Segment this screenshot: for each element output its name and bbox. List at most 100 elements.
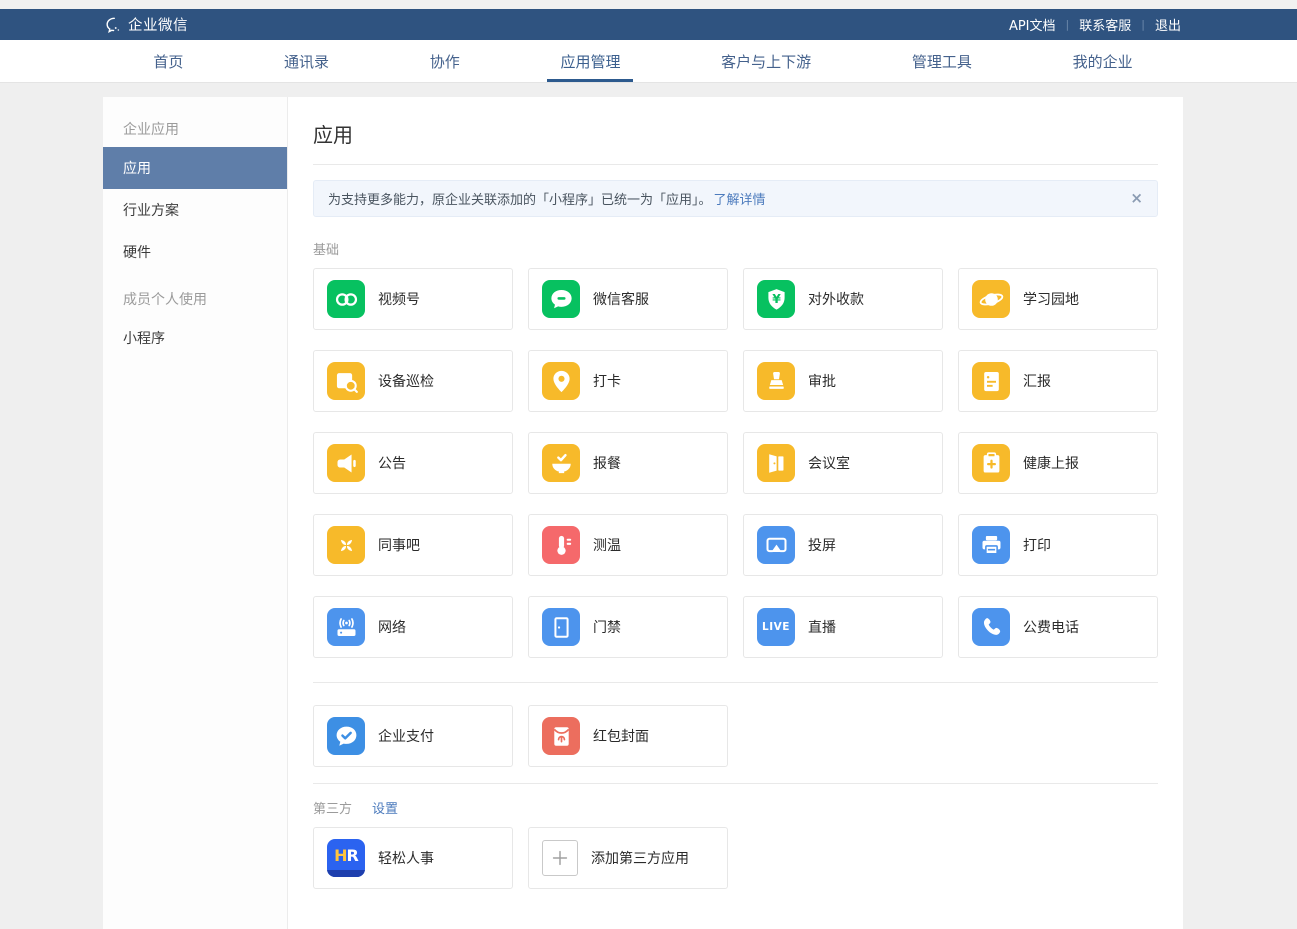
report-doc-icon bbox=[972, 362, 1010, 400]
nav-tab[interactable]: 通讯录 bbox=[271, 40, 342, 82]
app-card[interactable]: 审批 bbox=[743, 350, 943, 412]
third-party-settings-link[interactable]: 设置 bbox=[372, 798, 398, 817]
hr-logo-icon: HR bbox=[327, 839, 365, 877]
sidebar-item[interactable]: 硬件 bbox=[103, 231, 287, 273]
app-card[interactable]: 公费电话 bbox=[958, 596, 1158, 658]
app-card[interactable]: ¥对外收款 bbox=[743, 268, 943, 330]
app-card[interactable]: 健康上报 bbox=[958, 432, 1158, 494]
pinwheel-icon bbox=[327, 526, 365, 564]
browser-top-strip bbox=[0, 0, 1297, 9]
screen-cast-icon bbox=[757, 526, 795, 564]
chat-service-icon bbox=[542, 280, 580, 318]
notice-banner: 为支持更多能力，原企业关联添加的「小程序」已统一为「应用」。 了解详情 × bbox=[313, 180, 1158, 217]
app-card[interactable]: 添加第三方应用 bbox=[528, 827, 728, 889]
topbar-link[interactable]: 联系客服 bbox=[1077, 15, 1133, 34]
app-label: 网络 bbox=[378, 617, 406, 637]
app-label: 企业支付 bbox=[378, 726, 434, 746]
app-label: 轻松人事 bbox=[378, 848, 434, 868]
app-label: 直播 bbox=[808, 617, 836, 637]
sidebar: 企业应用应用行业方案硬件成员个人使用小程序 bbox=[103, 97, 288, 929]
app-card[interactable]: 测温 bbox=[528, 514, 728, 576]
third-party-header: 第三方 设置 bbox=[313, 798, 1158, 817]
app-card[interactable]: LIVE 直播 bbox=[743, 596, 943, 658]
topbar-link[interactable]: 退出 bbox=[1153, 15, 1183, 34]
app-label: 打卡 bbox=[593, 371, 621, 391]
live-badge-icon: LIVE bbox=[757, 608, 795, 646]
phone-icon bbox=[972, 608, 1010, 646]
app-label: 微信客服 bbox=[593, 289, 649, 309]
app-card[interactable]: 同事吧 bbox=[313, 514, 513, 576]
brand[interactable]: 企业微信 bbox=[103, 14, 188, 35]
megaphone-icon bbox=[327, 444, 365, 482]
app-card[interactable]: 汇报 bbox=[958, 350, 1158, 412]
sidebar-item[interactable]: 应用 bbox=[103, 147, 287, 189]
nav-tab[interactable]: 管理工具 bbox=[899, 40, 985, 82]
svg-text:¥: ¥ bbox=[772, 291, 781, 305]
app-label: 学习园地 bbox=[1023, 289, 1079, 309]
close-icon[interactable]: × bbox=[1130, 191, 1143, 206]
app-card[interactable]: 网络 bbox=[313, 596, 513, 658]
sidebar-item[interactable]: 小程序 bbox=[103, 317, 287, 359]
divider bbox=[313, 783, 1158, 784]
app-label: 门禁 bbox=[593, 617, 621, 637]
app-card[interactable]: 会议室 bbox=[743, 432, 943, 494]
app-card[interactable]: 企业支付 bbox=[313, 705, 513, 767]
app-card[interactable]: 设备巡检 bbox=[313, 350, 513, 412]
basic-grid-2: 企业支付 红包封面 bbox=[313, 705, 1158, 767]
router-wifi-icon bbox=[327, 608, 365, 646]
separator: | bbox=[1066, 18, 1070, 31]
section-label-third-party: 第三方 bbox=[313, 798, 352, 817]
sidebar-group-header: 成员个人使用 bbox=[103, 281, 287, 317]
notice-text: 为支持更多能力，原企业关联添加的「小程序」已统一为「应用」。 bbox=[328, 189, 712, 208]
app-card[interactable]: 打卡 bbox=[528, 350, 728, 412]
nav-tab[interactable]: 首页 bbox=[140, 40, 196, 82]
health-clipboard-icon bbox=[972, 444, 1010, 482]
nav-tab[interactable]: 客户与上下游 bbox=[708, 40, 824, 82]
red-packet-icon bbox=[542, 717, 580, 755]
wepay-bubble-icon bbox=[327, 717, 365, 755]
section-label-basic: 基础 bbox=[313, 239, 1158, 258]
stamp-icon bbox=[757, 362, 795, 400]
topbar: 企业微信 API文档 | 联系客服 | 退出 bbox=[0, 9, 1297, 40]
app-card[interactable]: 红包封面 bbox=[528, 705, 728, 767]
wecom-logo-icon bbox=[103, 15, 123, 35]
app-card[interactable]: 微信客服 bbox=[528, 268, 728, 330]
app-label: 同事吧 bbox=[378, 535, 420, 555]
meeting-door-icon bbox=[757, 444, 795, 482]
app-label: 设备巡检 bbox=[378, 371, 434, 391]
app-label: 投屏 bbox=[808, 535, 836, 555]
app-card[interactable]: 打印 bbox=[958, 514, 1158, 576]
app-card[interactable]: 学习园地 bbox=[958, 268, 1158, 330]
plus-icon bbox=[542, 840, 578, 876]
app-card[interactable]: 视频号 bbox=[313, 268, 513, 330]
nav-tab[interactable]: 应用管理 bbox=[547, 40, 633, 82]
app-label: 红包封面 bbox=[593, 726, 649, 746]
app-label: 健康上报 bbox=[1023, 453, 1079, 473]
thermometer-icon bbox=[542, 526, 580, 564]
app-label: 汇报 bbox=[1023, 371, 1051, 391]
third-party-grid: HR 轻松人事 添加第三方应用 bbox=[313, 827, 1158, 889]
app-card[interactable]: 门禁 bbox=[528, 596, 728, 658]
nav-tabs: 首页 通讯录 协作 应用管理 客户与上下游 管理工具 我的企业 bbox=[103, 40, 1183, 82]
app-label: 测温 bbox=[593, 535, 621, 555]
device-inspect-icon bbox=[327, 362, 365, 400]
app-card[interactable]: 投屏 bbox=[743, 514, 943, 576]
sidebar-item[interactable]: 行业方案 bbox=[103, 189, 287, 231]
app-label: 添加第三方应用 bbox=[591, 848, 689, 868]
primary-nav: 首页 通讯录 协作 应用管理 客户与上下游 管理工具 我的企业 bbox=[0, 40, 1297, 83]
nav-tab[interactable]: 我的企业 bbox=[1060, 40, 1146, 82]
topbar-links: API文档 | 联系客服 | 退出 bbox=[1007, 15, 1183, 34]
location-pin-icon bbox=[542, 362, 580, 400]
app-label: 公费电话 bbox=[1023, 617, 1079, 637]
app-card[interactable]: 报餐 bbox=[528, 432, 728, 494]
app-card[interactable]: 公告 bbox=[313, 432, 513, 494]
topbar-link[interactable]: API文档 bbox=[1007, 15, 1058, 34]
nav-tab[interactable]: 协作 bbox=[417, 40, 473, 82]
door-access-icon bbox=[542, 608, 580, 646]
app-card[interactable]: HR 轻松人事 bbox=[313, 827, 513, 889]
notice-learn-more-link[interactable]: 了解详情 bbox=[714, 189, 766, 208]
shield-payment-icon: ¥ bbox=[757, 280, 795, 318]
app-label: 公告 bbox=[378, 453, 406, 473]
meal-bowl-icon bbox=[542, 444, 580, 482]
separator: | bbox=[1141, 18, 1145, 31]
